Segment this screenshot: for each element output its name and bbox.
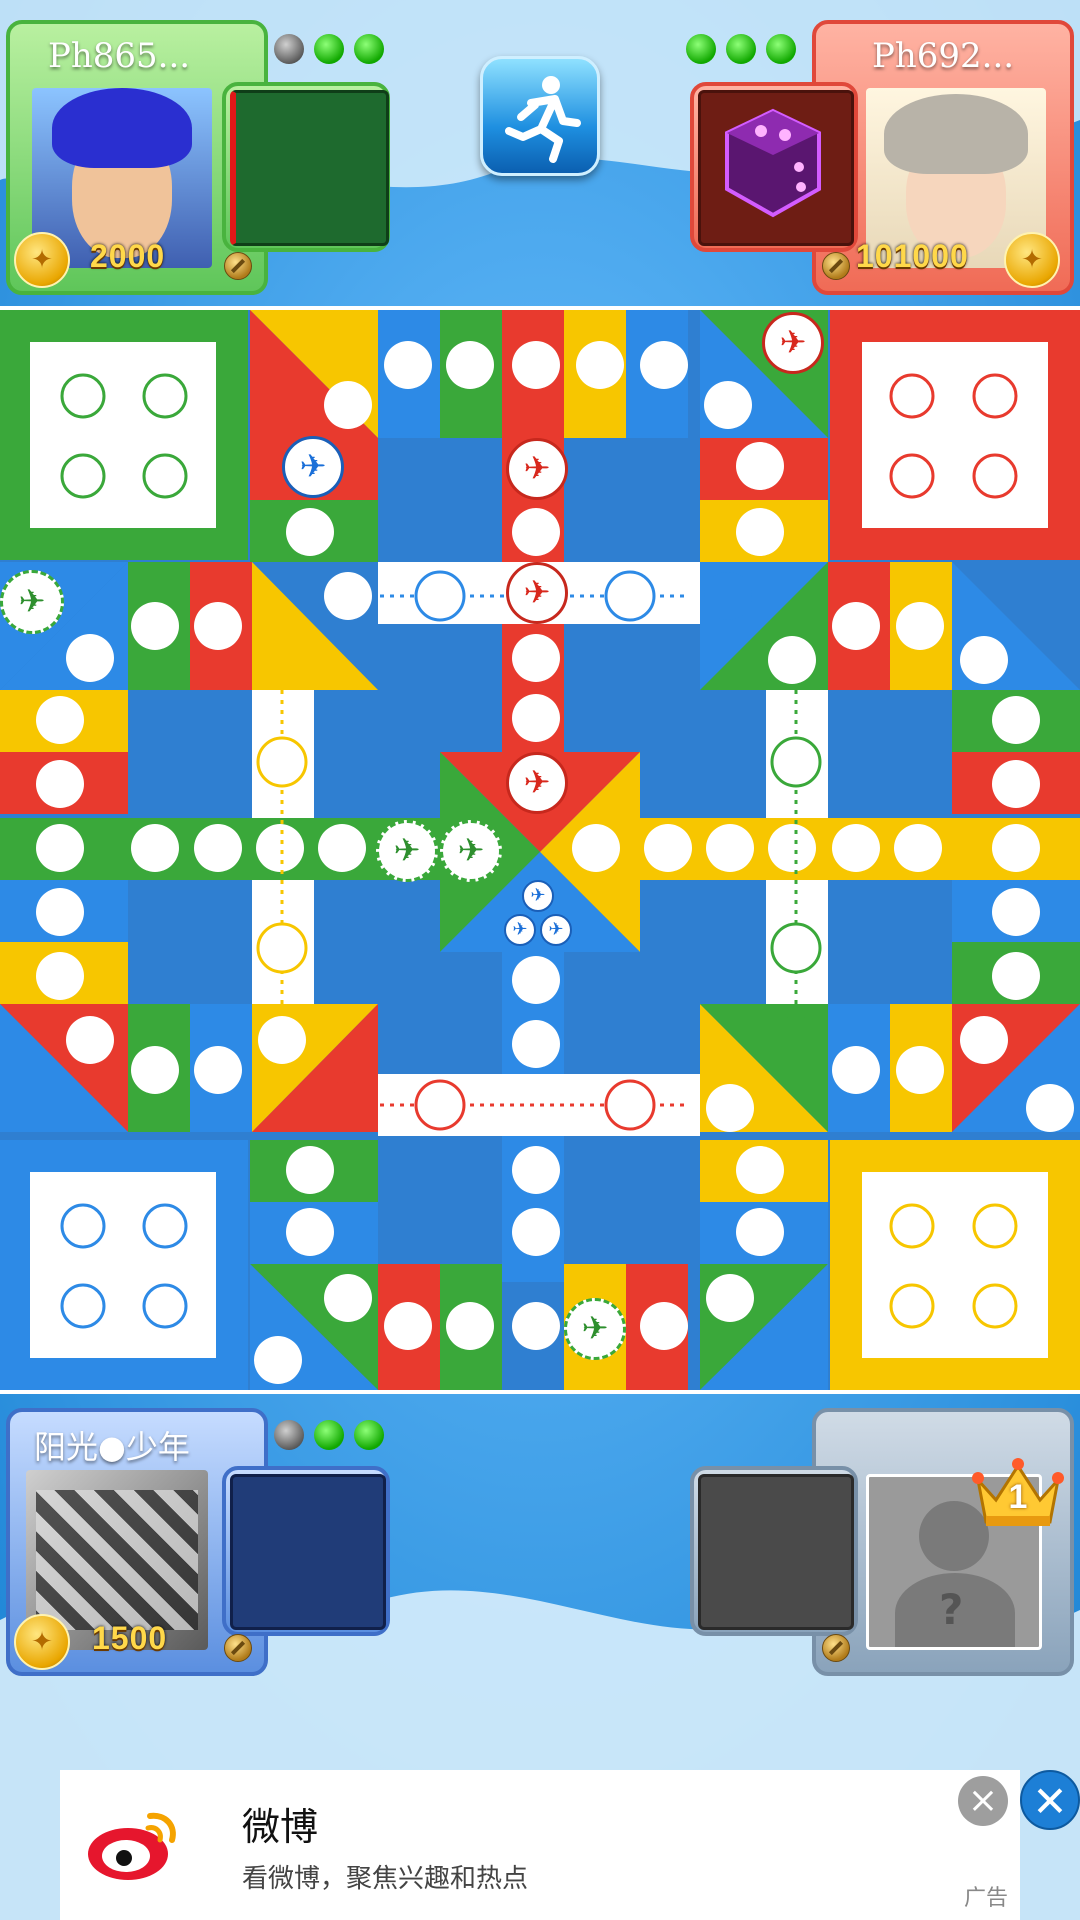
weibo-logo-icon <box>88 1812 176 1880</box>
rank-badge: 1 <box>1008 1478 1028 1516</box>
avatar-hair <box>884 94 1028 174</box>
flee-button[interactable] <box>480 56 600 176</box>
pin-icon <box>822 1634 850 1662</box>
red-base <box>830 310 1080 560</box>
player-name: 阳光●少年 <box>34 1428 190 1466</box>
ad-title: 微博 <box>242 1805 319 1849</box>
coin-icon <box>14 232 70 288</box>
blue-plane-piece[interactable]: ✈ <box>282 436 344 498</box>
yellow-base <box>830 1140 1080 1390</box>
coin-icon <box>14 1614 70 1670</box>
running-man-icon <box>505 76 581 163</box>
status-lamp <box>686 34 716 64</box>
coin-count: 1500 <box>92 1620 168 1656</box>
chess-photo <box>36 1490 198 1630</box>
green-plane-piece[interactable]: ✈ <box>564 1298 626 1360</box>
status-lamp <box>766 34 796 64</box>
question-mark-icon: ? <box>939 1585 964 1634</box>
status-lamp <box>354 34 384 64</box>
dice-slot[interactable] <box>230 90 389 246</box>
pin-icon <box>224 252 252 280</box>
dice-slot <box>698 1474 854 1630</box>
status-lamp <box>274 1420 304 1450</box>
red-plane-piece[interactable]: ✈ <box>506 752 568 814</box>
coin-count: 101000 <box>856 238 969 274</box>
status-lamp <box>274 34 304 64</box>
dice-icon <box>725 108 821 218</box>
green-plane-piece[interactable]: ✈ <box>0 570 64 634</box>
status-lamp <box>354 1420 384 1450</box>
red-plane-piece[interactable]: ✈ <box>506 562 568 624</box>
status-lamp <box>314 1420 344 1450</box>
coin-icon <box>1004 232 1060 288</box>
pin-icon <box>822 252 850 280</box>
dice-slot[interactable] <box>698 90 854 246</box>
blue-plane-piece[interactable]: ✈ <box>522 880 554 912</box>
green-plane-piece[interactable]: ✈ <box>440 820 502 882</box>
status-lamp <box>726 34 756 64</box>
player-name: Ph692... <box>872 36 1015 76</box>
dice-slot[interactable] <box>230 1474 386 1630</box>
close-icon[interactable]: ✕ <box>1020 1770 1080 1830</box>
player-name: Ph865... <box>48 36 191 76</box>
ad-tag: 广告 <box>963 1886 1008 1911</box>
ad-subtitle: 看微博，聚焦兴趣和热点 <box>242 1864 529 1894</box>
green-plane-piece[interactable]: ✈ <box>376 820 438 882</box>
avatar-hair <box>52 88 192 168</box>
ad-banner[interactable]: 微博 看微博，聚焦兴趣和热点 广告 <box>60 1770 1020 1920</box>
ad-close-icon[interactable]: × <box>958 1776 1008 1826</box>
red-plane-piece[interactable]: ✈ <box>506 438 568 500</box>
crown-icon: 1 <box>970 1452 1066 1532</box>
coin-count: 2000 <box>90 238 166 274</box>
status-lamp <box>314 34 344 64</box>
blue-plane-piece[interactable]: ✈ <box>504 914 536 946</box>
red-plane-piece[interactable]: ✈ <box>762 312 824 374</box>
blue-plane-stack[interactable]: ✈ ✈ ✈ <box>504 880 576 950</box>
pin-icon <box>224 1634 252 1662</box>
blue-plane-piece[interactable]: ✈ <box>540 914 572 946</box>
green-base <box>0 310 248 560</box>
blue-base <box>0 1140 248 1390</box>
